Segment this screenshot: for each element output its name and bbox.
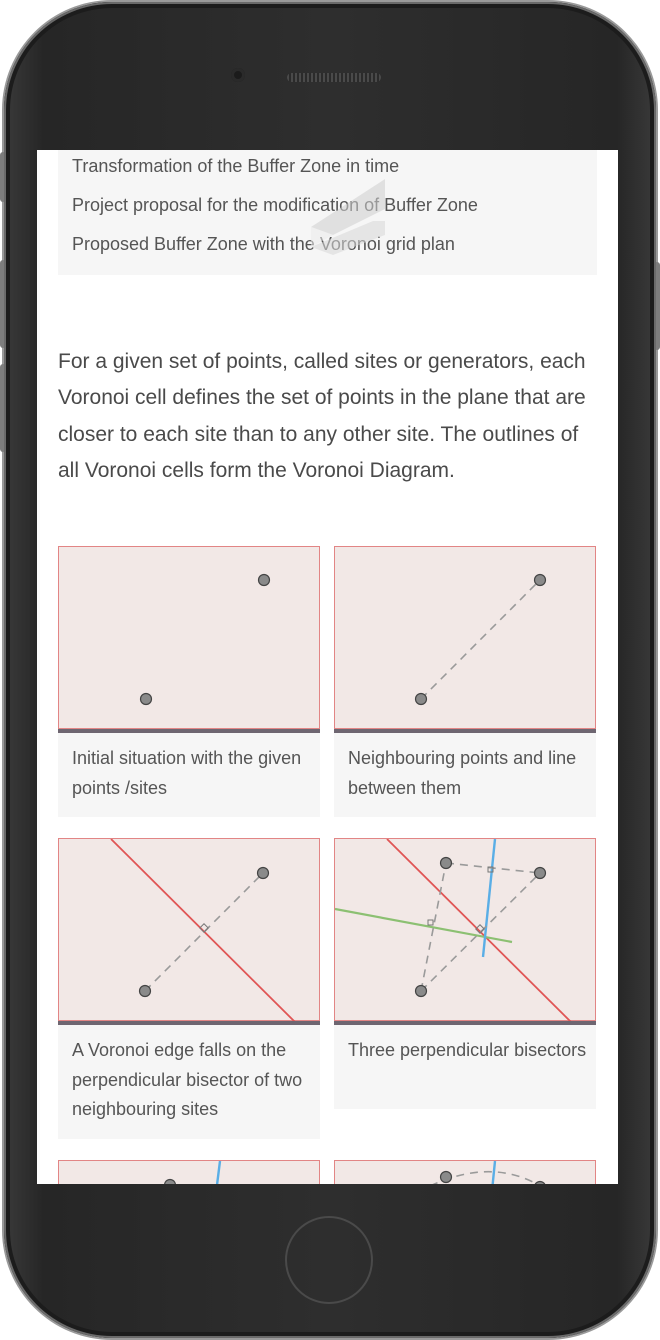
site-point — [439, 856, 453, 870]
figure-caption: Neighbouring points and line between the… — [348, 748, 577, 798]
site-point — [257, 573, 271, 587]
bisector-line — [215, 1161, 222, 1184]
earpiece-speaker — [287, 73, 381, 82]
site-point — [139, 692, 153, 706]
site-point — [138, 984, 152, 998]
phone-screen: Transformation of the Buffer Zone in tim… — [37, 150, 618, 1184]
list-item[interactable]: Project proposal for the modification of… — [72, 195, 478, 216]
front-camera-icon — [231, 68, 245, 82]
site-point — [414, 692, 428, 706]
figure-card: Neighbouring points and line between the… — [334, 546, 596, 817]
figure-image-three-bisectors — [334, 838, 596, 1022]
figure-divider — [58, 729, 320, 733]
site-point — [534, 1180, 546, 1184]
connecting-line — [420, 579, 541, 700]
figure-card: A Voronoi edge falls on the perpendicula… — [58, 838, 320, 1139]
list-item[interactable]: Proposed Buffer Zone with the Voronoi gr… — [72, 234, 455, 255]
home-button[interactable] — [285, 1216, 373, 1304]
site-point — [533, 573, 547, 587]
figure-card: Initial situation with the given points … — [58, 546, 320, 817]
figure-image-partial — [334, 1160, 596, 1184]
figure-caption: Three perpendicular bisectors — [348, 1040, 587, 1060]
site-point — [256, 866, 270, 880]
site-point — [163, 1178, 177, 1184]
figure-divider — [334, 1021, 596, 1025]
figure-image-initial-sites — [58, 546, 320, 729]
voronoi-intro-paragraph: For a given set of points, called sites … — [58, 350, 586, 482]
list-item[interactable]: Transformation of the Buffer Zone in tim… — [72, 156, 399, 177]
figure-divider — [58, 1021, 320, 1025]
figure-image-perpendicular-bisector — [58, 838, 320, 1022]
site-point — [533, 866, 547, 880]
site-point — [414, 984, 428, 998]
right-angle-marker — [427, 919, 434, 926]
figure-card: Three perpendicular bisectors — [334, 838, 596, 1109]
bisector-line — [110, 839, 296, 1022]
figure-caption: Initial situation with the given points … — [72, 748, 302, 798]
figure-card-partial — [58, 1160, 320, 1184]
figure-caption: A Voronoi edge falls on the perpendicula… — [72, 1040, 303, 1119]
figure-image-partial — [58, 1160, 320, 1184]
buffer-zone-list: Transformation of the Buffer Zone in tim… — [58, 150, 597, 275]
figure-card-partial — [334, 1160, 596, 1184]
figure-image-neighbouring-line — [334, 546, 596, 729]
site-point — [439, 1170, 453, 1184]
site-logo-icon — [311, 179, 385, 255]
figure-divider — [334, 729, 596, 733]
